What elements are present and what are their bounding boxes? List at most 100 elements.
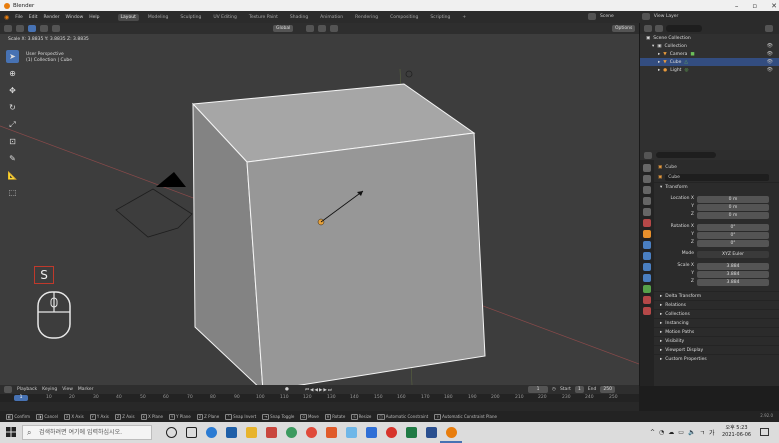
tab-layout[interactable]: Layout bbox=[117, 13, 139, 21]
options-dropdown[interactable]: Options bbox=[612, 25, 636, 32]
output-tab-icon[interactable] bbox=[643, 186, 651, 194]
custom-properties-panel[interactable]: ▸ Custom Properties bbox=[654, 354, 779, 363]
snap-icon[interactable] bbox=[318, 25, 326, 32]
chevron-down-icon[interactable]: ▾ bbox=[652, 44, 654, 49]
outliner-item-camera[interactable]: ▸ ▼ Camera ■ 👁 bbox=[640, 50, 779, 58]
menu-edit[interactable]: Edit bbox=[29, 15, 38, 20]
tab-texture-paint[interactable]: Texture Paint bbox=[246, 14, 281, 21]
move-tool-icon[interactable]: ✥ bbox=[6, 84, 19, 97]
outliner-editor-icon[interactable] bbox=[644, 25, 652, 32]
visibility-eye-icon[interactable]: 👁 bbox=[767, 59, 773, 65]
minimize-icon[interactable]: – bbox=[735, 2, 739, 10]
scale-y-field[interactable]: 3.884 bbox=[697, 270, 769, 278]
timeline-ruler[interactable]: 1 10 20 30 40 50 60 70 80 90 100 110 120… bbox=[0, 394, 639, 402]
mode-icon[interactable] bbox=[16, 25, 24, 32]
tab-rendering[interactable]: Rendering bbox=[352, 14, 381, 21]
pivot-point-icon[interactable] bbox=[306, 25, 314, 32]
annotate-tool-icon[interactable]: ✎ bbox=[6, 152, 19, 165]
object-tab-icon[interactable] bbox=[643, 230, 651, 238]
rotate-tool-icon[interactable]: ↻ bbox=[6, 101, 19, 114]
menu-playback[interactable]: Playback bbox=[17, 387, 37, 392]
add-cube-tool-icon[interactable]: ⬚ bbox=[6, 186, 19, 199]
scale-z-field[interactable]: 3.884 bbox=[697, 278, 769, 286]
transform-tool-icon[interactable]: ⊡ bbox=[6, 135, 19, 148]
chevron-right-icon[interactable]: ▸ bbox=[658, 60, 660, 65]
start-frame-field[interactable]: 1 bbox=[574, 386, 584, 393]
collections-panel[interactable]: ▸ Collections bbox=[654, 309, 779, 318]
rotation-x-field[interactable]: 0° bbox=[697, 223, 769, 231]
editor-type-icon[interactable] bbox=[4, 25, 12, 32]
viewport-display-panel[interactable]: ▸ Viewport Display bbox=[654, 345, 779, 354]
visibility-eye-icon[interactable]: 👁 bbox=[767, 43, 773, 49]
menu-marker[interactable]: Marker bbox=[78, 387, 94, 392]
tool-tab-icon[interactable] bbox=[643, 164, 651, 172]
tab-scripting[interactable]: Scripting bbox=[427, 14, 453, 21]
physics-tab-icon[interactable] bbox=[643, 263, 651, 271]
view-layer-icon[interactable] bbox=[641, 13, 650, 20]
app-icon-lightblue[interactable] bbox=[346, 427, 357, 438]
location-z-field[interactable]: 0 m bbox=[697, 211, 769, 219]
edge-icon[interactable] bbox=[206, 427, 217, 438]
select-tool-icon[interactable]: ➤ bbox=[6, 50, 19, 63]
rotation-z-field[interactable]: 0° bbox=[697, 239, 769, 247]
display-mode-icon[interactable] bbox=[655, 25, 663, 32]
location-x-field[interactable]: 0 m bbox=[697, 195, 769, 203]
close-icon[interactable]: ✕ bbox=[771, 2, 777, 10]
outliner-search-input[interactable] bbox=[666, 25, 702, 32]
material-tab-icon[interactable] bbox=[643, 296, 651, 304]
tab-sculpting[interactable]: Sculpting bbox=[177, 14, 204, 21]
outliner-item-scene-collection[interactable]: ▣ Scene Collection bbox=[640, 34, 779, 42]
cursor-tool-icon[interactable]: ⊕ bbox=[6, 67, 19, 80]
outliner-item-light[interactable]: ▸ ● Light ◎ 👁 bbox=[640, 66, 779, 74]
menu-render[interactable]: Render bbox=[44, 15, 60, 20]
tab-animation[interactable]: Animation bbox=[317, 14, 346, 21]
volume-icon[interactable]: 🔈 bbox=[688, 429, 695, 436]
excel-icon[interactable] bbox=[406, 427, 417, 438]
blender-menu-icon[interactable]: ◉ bbox=[4, 14, 9, 21]
modifiers-tab-icon[interactable] bbox=[643, 241, 651, 249]
current-frame-field[interactable]: 1 bbox=[528, 386, 548, 393]
chrome-icon[interactable] bbox=[306, 427, 317, 438]
outliner-item-cube[interactable]: ▸ ▼ Cube △ 👁 bbox=[640, 58, 779, 66]
select-extend-icon[interactable] bbox=[40, 25, 48, 32]
notification-icon[interactable] bbox=[760, 428, 769, 436]
store-icon[interactable] bbox=[226, 427, 237, 438]
tab-modeling[interactable]: Modeling bbox=[145, 14, 171, 21]
timeline-editor-icon[interactable] bbox=[4, 386, 12, 393]
delta-transform-panel[interactable]: ▸ Delta Transform bbox=[654, 291, 779, 300]
windows-start-icon[interactable] bbox=[6, 427, 16, 437]
app-icon-red[interactable] bbox=[266, 427, 277, 438]
measure-tool-icon[interactable]: 📐 bbox=[6, 169, 19, 182]
world-tab-icon[interactable] bbox=[643, 219, 651, 227]
select-box-icon[interactable] bbox=[28, 25, 36, 32]
menu-window[interactable]: Window bbox=[66, 15, 84, 20]
current-frame-marker[interactable]: 1 bbox=[14, 395, 28, 401]
menu-help[interactable]: Help bbox=[89, 15, 99, 20]
app-icon-orange[interactable] bbox=[326, 427, 337, 438]
scene-icon[interactable] bbox=[588, 13, 596, 20]
constraints-tab-icon[interactable] bbox=[643, 274, 651, 282]
properties-editor-icon[interactable] bbox=[644, 151, 652, 159]
proportional-edit-icon[interactable] bbox=[330, 25, 338, 32]
scale-tool-icon[interactable]: ⤢ bbox=[6, 118, 19, 131]
blender-taskbar-icon[interactable] bbox=[446, 427, 457, 438]
relations-panel[interactable]: ▸ Relations bbox=[654, 300, 779, 309]
korean-input-icon[interactable]: 가 bbox=[709, 428, 715, 437]
transform-orientation-dropdown[interactable]: Global bbox=[273, 25, 294, 32]
maximize-icon[interactable]: ▫ bbox=[752, 2, 757, 10]
cortana-icon[interactable] bbox=[166, 427, 177, 438]
task-view-icon[interactable] bbox=[186, 427, 197, 438]
taskbar-search-input[interactable]: ⌕ 검색하려면 여기에 입력하십시오. bbox=[22, 425, 152, 440]
taskbar-clock[interactable]: 오후 5:23 2021-06-06 bbox=[722, 425, 751, 439]
menu-file[interactable]: File bbox=[15, 15, 23, 20]
object-name-field[interactable]: Cube bbox=[665, 173, 770, 181]
end-frame-field[interactable]: 250 bbox=[600, 386, 615, 393]
rotation-y-field[interactable]: 0° bbox=[697, 231, 769, 239]
view-layer-tab-icon[interactable] bbox=[643, 197, 651, 205]
playback-controls-icon[interactable]: ⏮◀◀▶▶⏭ bbox=[305, 387, 333, 393]
motion-paths-panel[interactable]: ▸ Motion Paths bbox=[654, 327, 779, 336]
add-workspace-button[interactable]: + bbox=[459, 14, 469, 21]
menu-view[interactable]: View bbox=[62, 387, 73, 392]
data-tab-icon[interactable] bbox=[643, 285, 651, 293]
chevron-right-icon[interactable]: ▸ bbox=[658, 52, 660, 57]
